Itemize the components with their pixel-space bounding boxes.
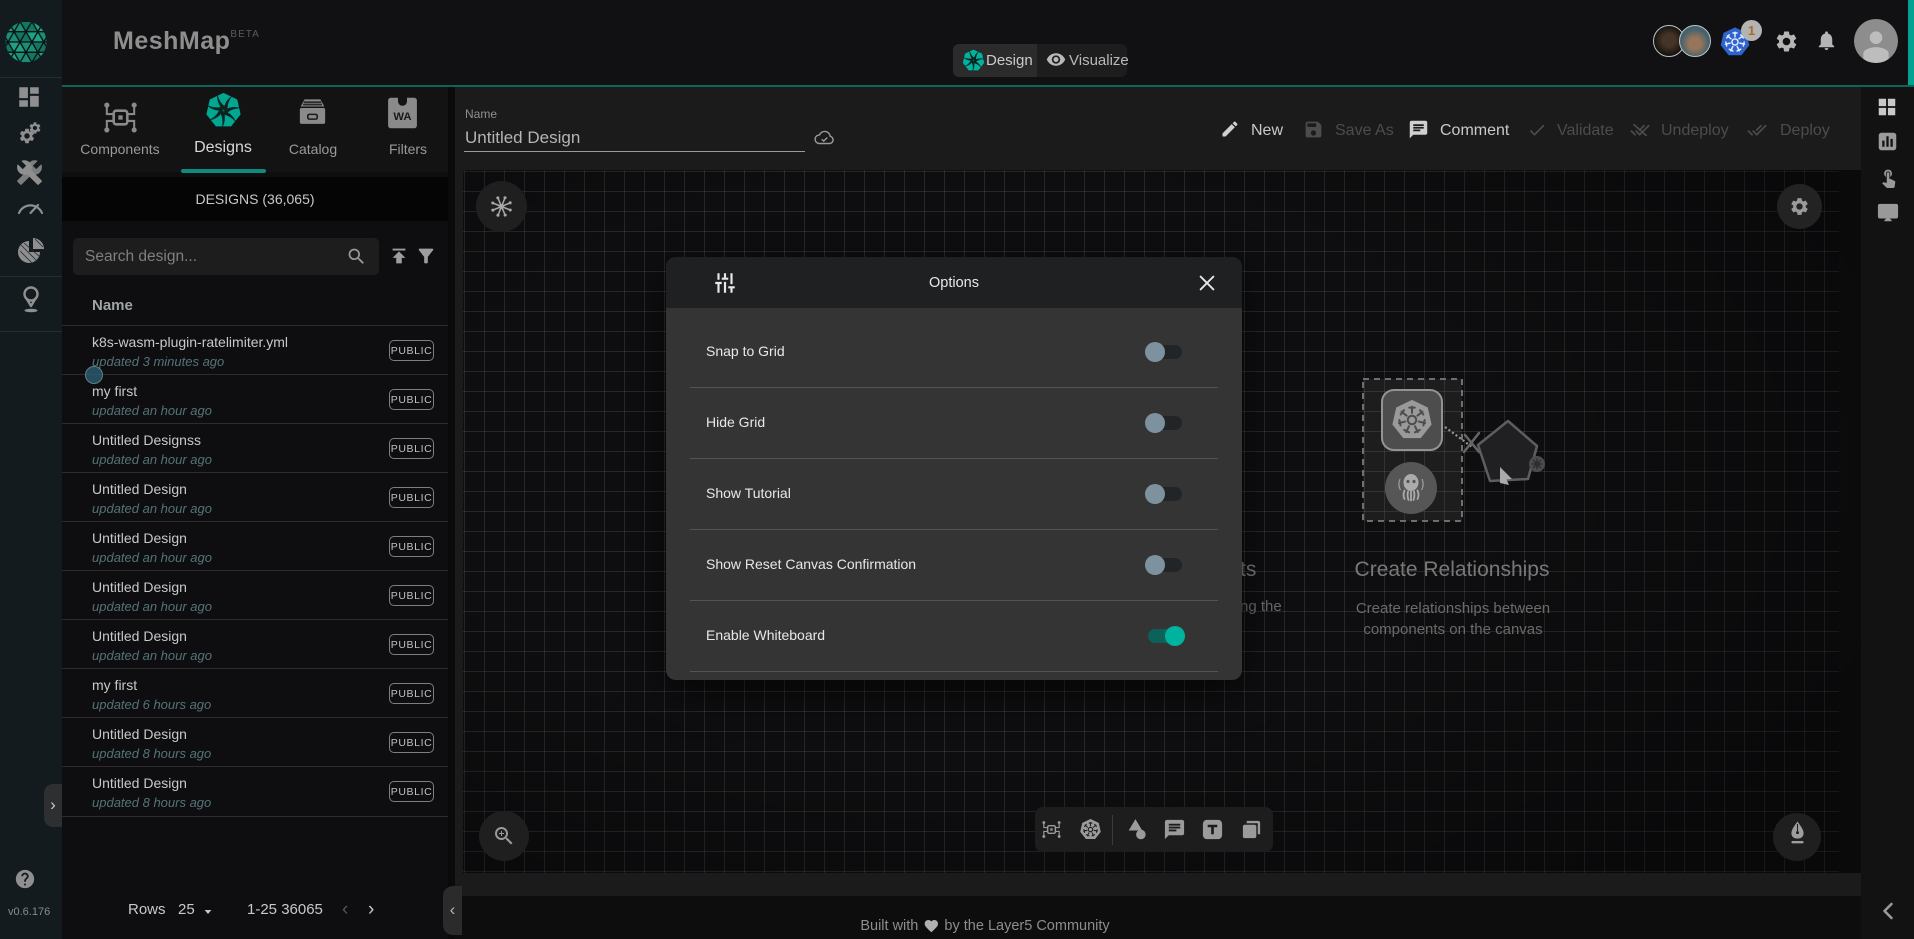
svg-text:WA: WA (393, 111, 411, 123)
